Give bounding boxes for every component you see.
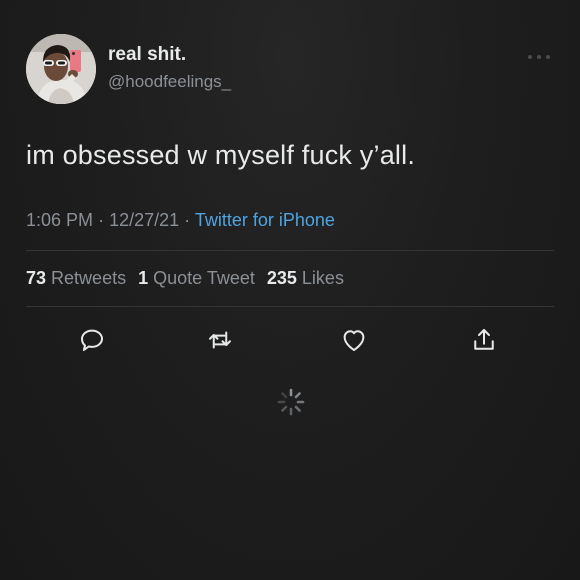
reply-icon <box>81 329 103 351</box>
user-handle[interactable]: @hoodfeelings_ <box>108 72 231 92</box>
meta-separator: · <box>98 210 105 230</box>
share-button[interactable] <box>466 322 502 358</box>
like-button[interactable] <box>336 322 372 358</box>
tweet-meta: 1:06 PM · 12/27/21 · Twitter for iPhone <box>26 210 335 231</box>
retweets-count: 73 <box>26 268 47 288</box>
quotes-label: Quote Tweet <box>153 268 255 288</box>
retweets-stat[interactable]: 73 Retweets <box>26 268 126 288</box>
spinner-icon <box>277 388 305 416</box>
tweet-text: im obsessed w myself fuck y’all. <box>26 140 416 170</box>
divider <box>26 250 554 251</box>
tweet-time: 1:06 PM <box>26 210 94 230</box>
tweet-stats: 73 Retweets 1 Quote Tweet 235 Likes <box>26 268 344 289</box>
quotes-stat[interactable]: 1 Quote Tweet <box>138 268 255 288</box>
tweet-source-link[interactable]: Twitter for iPhone <box>195 210 335 230</box>
heart-icon <box>343 330 365 351</box>
likes-stat[interactable]: 235 Likes <box>267 268 344 288</box>
likes-count: 235 <box>266 268 297 288</box>
likes-label: Likes <box>301 268 344 288</box>
tweet-date[interactable]: 12/27/21 <box>109 210 179 230</box>
tweet-view: real shit. @hoodfeelings_ im obsessed w … <box>0 0 580 580</box>
retweets-label: Retweets <box>51 268 127 288</box>
retweet-button[interactable] <box>202 322 238 358</box>
avatar-image <box>26 34 96 104</box>
meta-separator: · <box>184 210 191 230</box>
avatar[interactable] <box>26 34 96 104</box>
quotes-count: 1 <box>138 268 149 288</box>
more-dots-icon <box>528 55 550 59</box>
retweet-icon <box>209 331 231 349</box>
more-options-button[interactable] <box>524 50 554 64</box>
reply-button[interactable] <box>74 322 110 358</box>
display-name[interactable]: real shit. <box>108 44 186 66</box>
loading-spinner <box>275 386 307 418</box>
share-icon <box>474 329 494 350</box>
divider <box>26 306 554 307</box>
